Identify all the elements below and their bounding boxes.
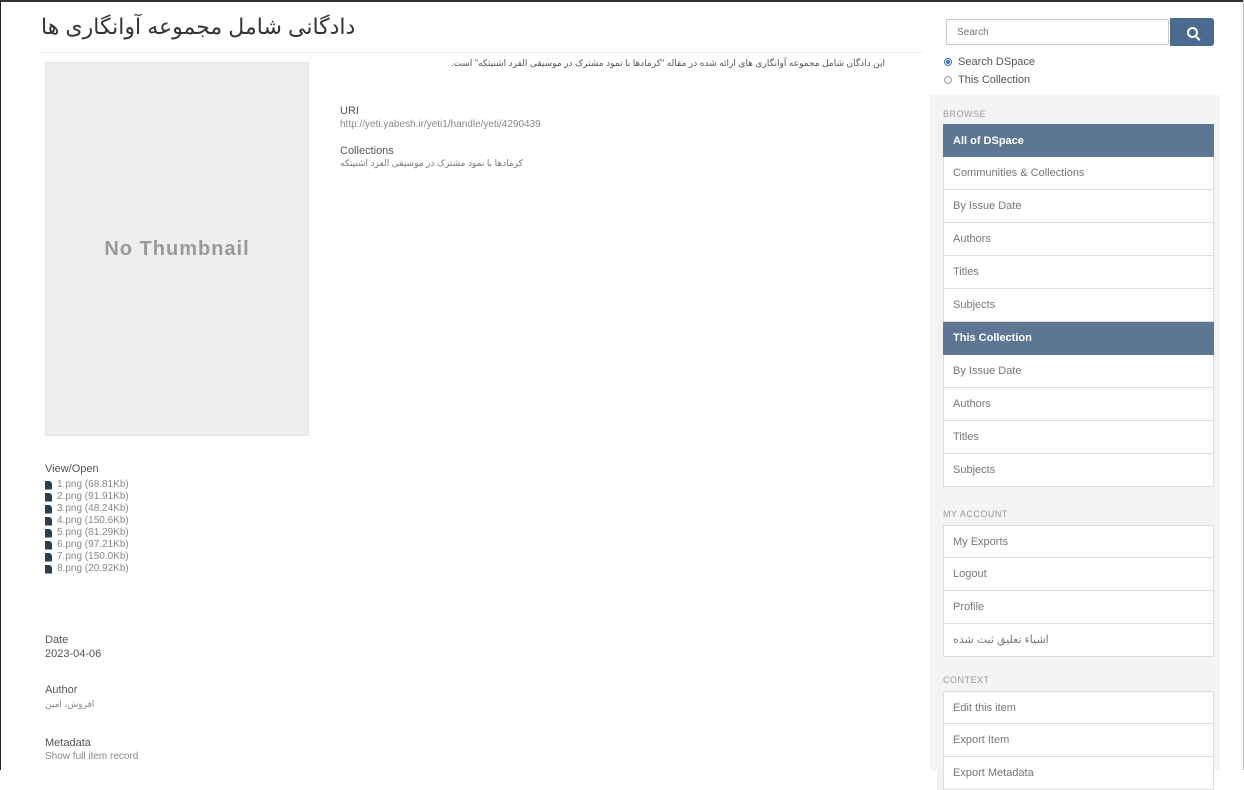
file-link[interactable]: 2.png (91.91Kb) <box>57 491 129 503</box>
page-title: دادگانی شامل مجموعه آوانگاری ها <box>41 14 356 39</box>
title-divider <box>41 52 923 53</box>
file-icon <box>45 480 52 490</box>
nav-collection-authors[interactable]: Authors <box>943 388 1214 421</box>
file-icon <box>45 540 52 550</box>
window-top-border <box>0 0 1244 2</box>
context-heading: CONTEXT <box>943 675 990 685</box>
nav-titles[interactable]: Titles <box>943 256 1214 289</box>
metadata-label: Metadata <box>45 737 91 749</box>
author-link[interactable]: افزوش، امین <box>45 699 94 710</box>
file-link[interactable]: 1.png (68.81Kb) <box>57 479 129 491</box>
browse-menu: All of DSpace Communities & Collections … <box>937 124 1214 487</box>
nav-my-exports[interactable]: My Exports <box>943 525 1214 558</box>
file-item[interactable]: 4.png (150.6Kb) <box>45 515 129 527</box>
file-item[interactable]: 8.png (20.92Kb) <box>45 563 129 575</box>
thumbnail-placeholder: No Thumbnail <box>45 62 309 436</box>
browse-heading: BROWSE <box>943 109 987 119</box>
nav-export-item[interactable]: Export Item <box>943 724 1214 757</box>
nav-this-collection[interactable]: This Collection <box>943 322 1214 355</box>
search-input[interactable] <box>946 19 1169 45</box>
file-icon <box>45 552 52 562</box>
search-icon <box>1186 26 1198 38</box>
nav-collection-subjects[interactable]: Subjects <box>943 454 1214 487</box>
file-link[interactable]: 5.png (81.29Kb) <box>57 527 129 539</box>
file-link[interactable]: 6.png (97.21Kb) <box>57 539 129 551</box>
date-label: Date <box>45 634 69 646</box>
file-icon <box>45 564 52 574</box>
file-link[interactable]: 3.png (48.24Kb) <box>57 503 129 515</box>
scope-label: Search DSpace <box>958 56 1036 68</box>
nav-logout[interactable]: Logout <box>943 558 1214 591</box>
file-link[interactable]: 7.png (150.0Kb) <box>57 551 129 563</box>
file-item[interactable]: 3.png (48.24Kb) <box>45 503 129 515</box>
file-link[interactable]: 8.png (20.92Kb) <box>57 563 129 575</box>
radio-unchecked-icon[interactable] <box>944 76 952 84</box>
nav-suspended-items[interactable]: اشیاء تعلیق ثبت شده <box>943 624 1214 657</box>
nav-communities-collections[interactable]: Communities & Collections <box>943 157 1214 190</box>
nav-profile[interactable]: Profile <box>943 591 1214 624</box>
nav-edit-item[interactable]: Edit this item <box>943 691 1214 724</box>
full-record-link[interactable]: Show full item record <box>45 751 138 762</box>
author-label: Author <box>45 684 78 696</box>
file-item[interactable]: 1.png (68.81Kb) <box>45 479 129 491</box>
context-menu: Edit this item Export Item Export Metada… <box>937 691 1214 790</box>
item-description: این دادگان شامل مجموعه آوانگاری های ارائ… <box>451 58 885 68</box>
nav-by-issue-date[interactable]: By Issue Date <box>943 190 1214 223</box>
account-menu: My Exports Logout Profile اشیاء تعلیق ثب… <box>937 525 1214 657</box>
nav-export-metadata[interactable]: Export Metadata <box>943 757 1214 790</box>
my-account-heading: MY ACCOUNT <box>943 509 1008 519</box>
file-list: 1.png (68.81Kb) 2.png (91.91Kb) 3.png (4… <box>45 479 129 575</box>
nav-collection-titles[interactable]: Titles <box>943 421 1214 454</box>
collection-link[interactable]: کرمادها با نمود مشترک در موسیقی الفرد اش… <box>340 158 523 169</box>
scope-this-collection[interactable]: This Collection <box>944 74 1030 86</box>
nav-collection-by-issue-date[interactable]: By Issue Date <box>943 355 1214 388</box>
file-icon <box>45 516 52 526</box>
view-open-label: View/Open <box>45 463 99 475</box>
window-left-border <box>0 0 1 770</box>
file-link[interactable]: 4.png (150.6Kb) <box>57 515 129 527</box>
file-item[interactable]: 5.png (81.29Kb) <box>45 527 129 539</box>
date-value: 2023-04-06 <box>45 648 102 660</box>
nav-all-of-dspace[interactable]: All of DSpace <box>943 124 1214 157</box>
nav-subjects[interactable]: Subjects <box>943 289 1214 322</box>
radio-checked-icon[interactable] <box>944 58 952 66</box>
no-thumbnail-text: No Thumbnail <box>104 237 250 260</box>
search-button[interactable] <box>1170 18 1214 46</box>
scope-search-dspace[interactable]: Search DSpace <box>944 56 1035 68</box>
uri-label: URI <box>340 105 359 117</box>
collections-label: Collections <box>340 145 394 157</box>
file-icon <box>45 528 52 538</box>
file-icon <box>45 492 52 502</box>
file-item[interactable]: 2.png (91.91Kb) <box>45 491 129 503</box>
scope-label: This Collection <box>958 74 1031 86</box>
file-icon <box>45 504 52 514</box>
file-item[interactable]: 7.png (150.0Kb) <box>45 551 129 563</box>
file-item[interactable]: 6.png (97.21Kb) <box>45 539 129 551</box>
uri-link[interactable]: http://yeti.yabesh.ir/yeti1/handle/yeti/… <box>340 119 541 130</box>
nav-authors[interactable]: Authors <box>943 223 1214 256</box>
